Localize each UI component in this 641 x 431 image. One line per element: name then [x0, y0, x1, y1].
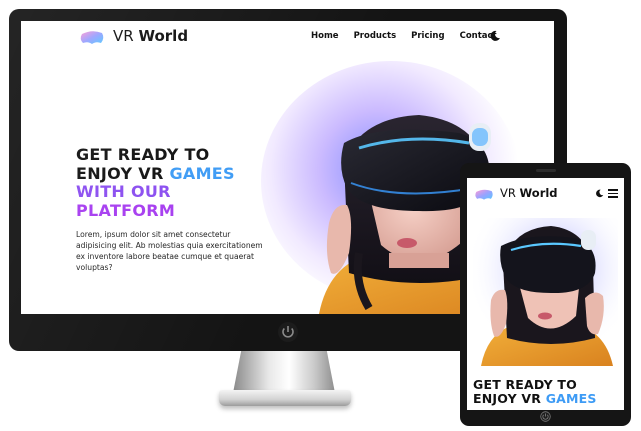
moon-icon[interactable] [489, 30, 501, 42]
hero-title-highlight-with: WITH OUR [76, 182, 171, 201]
home-button-icon[interactable] [540, 411, 551, 422]
brand-name[interactable]: VR World [113, 27, 188, 45]
tablet-screen: VR World GET READY TO ENJOY VR GAMES [467, 178, 624, 410]
hero-title-highlight-games: GAMES [169, 163, 235, 183]
desktop-nav-links: Home Products Pricing Contact [311, 31, 497, 41]
tablet-device: VR World GET READY TO ENJOY VR GAMES [460, 163, 631, 426]
hamburger-menu-icon[interactable] [608, 189, 618, 198]
monitor-stand-base [219, 390, 351, 406]
tablet-camera [536, 169, 556, 172]
brand-name-bold: World [138, 27, 189, 45]
hero-title-line2: ENJOY VR [76, 163, 164, 183]
tablet-hero-title-highlight-games: GAMES [545, 391, 597, 406]
vr-headset-logo-icon[interactable] [79, 29, 105, 47]
tablet-brand-name[interactable]: VR World [500, 186, 558, 200]
power-icon[interactable] [277, 321, 299, 343]
brand-name-light: VR [113, 27, 134, 45]
tablet-hero-title: GET READY TO ENJOY VR GAMES [473, 378, 623, 406]
hero-description: Lorem, ipsum dolor sit amet consectetur … [76, 230, 263, 272]
tablet-brand-name-bold: World [519, 186, 558, 200]
tablet-hero-title-line1: GET READY TO [473, 377, 577, 392]
desktop-navbar: VR World Home Products Pricing Contact [21, 21, 554, 57]
vr-headset-logo-icon[interactable] [474, 188, 494, 202]
nav-link-pricing[interactable]: Pricing [411, 31, 444, 41]
hero-title-line1: GET READY TO [76, 145, 210, 164]
nav-link-products[interactable]: Products [354, 31, 397, 41]
nav-link-home[interactable]: Home [311, 31, 339, 41]
monitor-stand-neck [233, 351, 335, 393]
tablet-brand-name-light: VR [500, 186, 516, 200]
moon-icon[interactable] [595, 189, 604, 198]
hero-title: GET READY TO ENJOY VR GAMES WITH OUR PLA… [76, 145, 306, 220]
tablet-vr-person-image [473, 218, 618, 366]
hero-title-highlight-platform: PLATFORM [76, 200, 176, 220]
tablet-hero-title-line2: ENJOY VR [473, 391, 542, 406]
